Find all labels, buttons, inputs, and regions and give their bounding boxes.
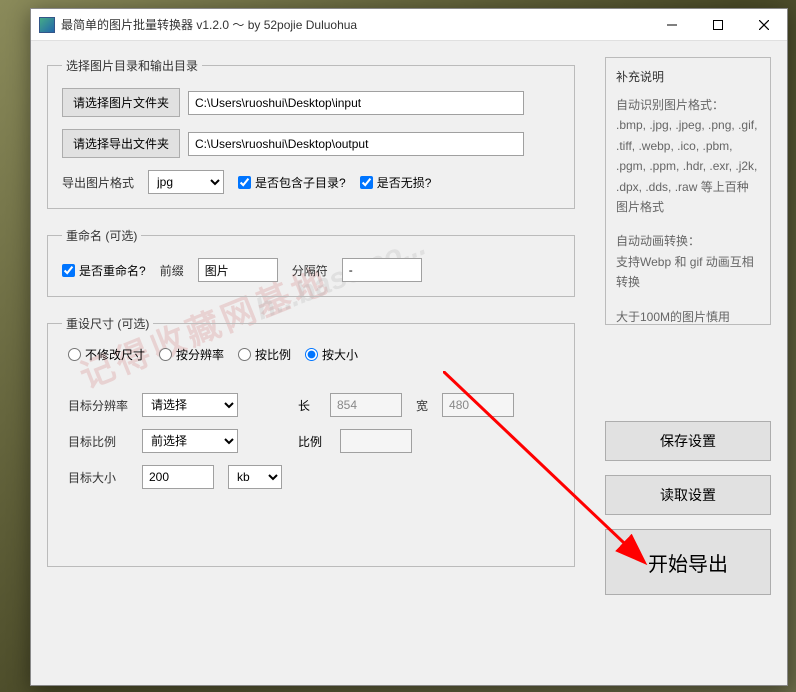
include-subdirs-label: 是否包含子目录?	[255, 174, 346, 191]
app-icon	[39, 17, 55, 33]
rename-legend: 重命名 (可选)	[62, 227, 141, 244]
lossless-label: 是否无损?	[377, 174, 432, 191]
input-folder-row: 请选择图片文件夹	[62, 88, 560, 117]
resolution-label: 目标分辨率	[68, 397, 128, 414]
start-export-button[interactable]: 开始导出	[605, 529, 771, 595]
separator-input[interactable]	[342, 258, 422, 282]
include-subdirs-checkbox[interactable]: 是否包含子目录?	[238, 174, 346, 191]
save-settings-button[interactable]: 保存设置	[605, 421, 771, 461]
target-size-label: 目标大小	[68, 469, 128, 486]
folders-group: 选择图片目录和输出目录 请选择图片文件夹 请选择导出文件夹 导出图片格式 jpg	[47, 57, 575, 209]
info-formats-list: .bmp, .jpg, .jpeg, .png, .gif, .tiff, .w…	[616, 115, 760, 217]
main-column: 选择图片目录和输出目录 请选择图片文件夹 请选择导出文件夹 导出图片格式 jpg	[47, 57, 575, 567]
rename-enable-input[interactable]	[62, 264, 75, 277]
ratio-input[interactable]	[340, 429, 412, 453]
resize-legend: 重设尺寸 (可选)	[62, 315, 153, 332]
info-box: 补充说明 自动识别图片格式： .bmp, .jpg, .jpeg, .png, …	[605, 57, 771, 325]
target-size-input[interactable]	[142, 465, 214, 489]
output-folder-path[interactable]	[188, 132, 524, 156]
minimize-icon	[667, 20, 677, 30]
pick-output-folder-button[interactable]: 请选择导出文件夹	[62, 129, 180, 158]
mode-size-radio[interactable]: 按大小	[305, 346, 358, 363]
size-row: 目标大小 kb	[62, 465, 560, 489]
length-label: 长	[298, 397, 316, 414]
folders-legend: 选择图片目录和输出目录	[62, 57, 202, 74]
resize-group: 重设尺寸 (可选) 不修改尺寸 按分辨率 按比例	[47, 315, 575, 567]
info-formats-title: 自动识别图片格式：	[616, 95, 760, 115]
mode-res-radio[interactable]: 按分辨率	[159, 346, 224, 363]
resolution-select[interactable]: 请选择	[142, 393, 238, 417]
ratio-sub-label: 比例	[298, 433, 326, 450]
mode-ratio-input[interactable]	[238, 348, 251, 361]
ratio-label: 目标比例	[68, 433, 128, 450]
window-controls	[649, 9, 787, 41]
separator-label: 分隔符	[292, 262, 328, 279]
export-format-select[interactable]: jpg	[148, 170, 224, 194]
info-title: 补充说明	[616, 68, 760, 85]
prefix-input[interactable]	[198, 258, 278, 282]
close-icon	[759, 20, 769, 30]
mode-none-input[interactable]	[68, 348, 81, 361]
pick-input-folder-button[interactable]: 请选择图片文件夹	[62, 88, 180, 117]
lossless-input[interactable]	[360, 176, 373, 189]
rename-row: 是否重命名? 前缀 分隔符	[62, 258, 560, 282]
size-unit-select[interactable]: kb	[228, 465, 282, 489]
input-folder-path[interactable]	[188, 91, 524, 115]
mode-res-label: 按分辨率	[176, 346, 224, 363]
minimize-button[interactable]	[649, 9, 695, 41]
mode-none-label: 不修改尺寸	[85, 346, 145, 363]
mode-ratio-label: 按比例	[255, 346, 291, 363]
info-anim-title: 自动动画转换：	[616, 231, 760, 251]
export-format-label: 导出图片格式	[62, 174, 134, 191]
width-input[interactable]	[442, 393, 514, 417]
width-label: 宽	[416, 397, 428, 414]
rename-group: 重命名 (可选) 是否重命名? 前缀 分隔符	[47, 227, 575, 297]
close-button[interactable]	[741, 9, 787, 41]
window-body: 记得收藏网基地 h...base.co... 选择图片目录和输出目录 请选择图片…	[31, 41, 787, 685]
resolution-row: 目标分辨率 请选择 长 宽	[62, 393, 560, 417]
maximize-icon	[713, 20, 723, 30]
window-title: 最简单的图片批量转换器 v1.2.0 ～ by 52pojie Duluohua	[61, 16, 649, 33]
mode-size-label: 按大小	[322, 346, 358, 363]
format-row: 导出图片格式 jpg 是否包含子目录? 是否无损?	[62, 170, 560, 194]
ratio-row: 目标比例 前选择 比例	[62, 429, 560, 453]
include-subdirs-input[interactable]	[238, 176, 251, 189]
mode-none-radio[interactable]: 不修改尺寸	[68, 346, 145, 363]
info-text: 自动识别图片格式： .bmp, .jpg, .jpeg, .png, .gif,…	[616, 95, 760, 327]
load-settings-button[interactable]: 读取设置	[605, 475, 771, 515]
prefix-label: 前缀	[160, 262, 184, 279]
mode-size-input[interactable]	[305, 348, 318, 361]
info-anim-text: 支持Webp 和 gif 动画互相转换	[616, 252, 760, 293]
mode-ratio-radio[interactable]: 按比例	[238, 346, 291, 363]
info-size-warning: 大于100M的图片慎用	[616, 307, 760, 327]
lossless-checkbox[interactable]: 是否无损?	[360, 174, 432, 191]
mode-res-input[interactable]	[159, 348, 172, 361]
app-window: 最简单的图片批量转换器 v1.2.0 ～ by 52pojie Duluohua…	[30, 8, 788, 686]
rename-enable-checkbox[interactable]: 是否重命名?	[62, 262, 146, 279]
side-panel: 补充说明 自动识别图片格式： .bmp, .jpg, .jpeg, .png, …	[605, 57, 771, 595]
maximize-button[interactable]	[695, 9, 741, 41]
titlebar[interactable]: 最简单的图片批量转换器 v1.2.0 ～ by 52pojie Duluohua	[31, 9, 787, 41]
resize-mode-row: 不修改尺寸 按分辨率 按比例 按大小	[62, 346, 560, 363]
rename-enable-label: 是否重命名?	[79, 262, 146, 279]
output-folder-row: 请选择导出文件夹	[62, 129, 560, 158]
length-input[interactable]	[330, 393, 402, 417]
ratio-select[interactable]: 前选择	[142, 429, 238, 453]
